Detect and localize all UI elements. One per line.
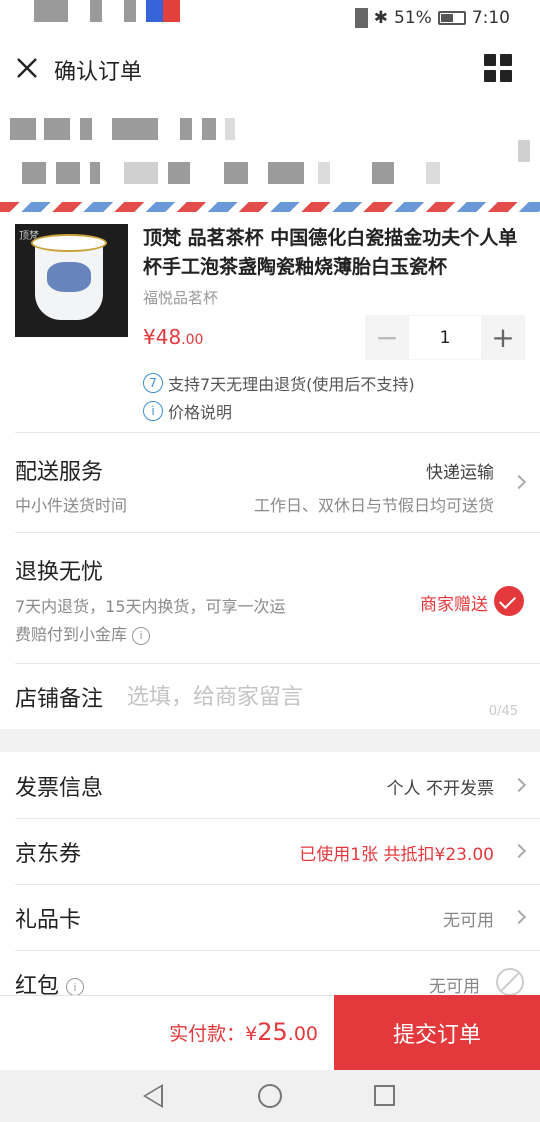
info-icon: i xyxy=(143,401,163,421)
status-bar: ✱ 51% 7:10 xyxy=(0,0,540,36)
delivery-time-label: 中小件送货时间 xyxy=(15,496,128,515)
home-icon[interactable] xyxy=(258,1084,282,1108)
delivery-title: 配送服务 xyxy=(15,460,104,485)
coupon-value: 已使用1张 共抵扣¥23.00 xyxy=(299,845,494,865)
merchant-gift-tag: 商家赠送 xyxy=(420,595,488,615)
delivery-method: 快递运输 xyxy=(426,463,494,483)
red-packet-row: 红包 i 无可用 xyxy=(0,950,540,1000)
remark-label: 店铺备注 xyxy=(15,687,104,712)
remark-input[interactable] xyxy=(127,681,497,713)
returns-title: 退换无忧 xyxy=(15,560,104,585)
address-border xyxy=(0,202,540,212)
blurred-status-icon xyxy=(90,0,102,22)
returns-row: 退换无忧 7天内退货，15天内换货，可享一次运 费赔付到小金库 i 商家赠送 xyxy=(0,532,540,663)
invoice-value: 个人 不开发票 xyxy=(386,779,494,799)
submit-order-button[interactable]: 提交订单 xyxy=(334,995,540,1071)
chevron-right-icon xyxy=(511,777,527,793)
price-note[interactable]: i 价格说明 xyxy=(143,399,232,423)
battery-percent: 51% xyxy=(394,8,432,28)
delivery-time-value: 工作日、双休日与节假日均可送货 xyxy=(253,496,494,515)
battery-icon xyxy=(437,11,466,25)
invoice-label: 发票信息 xyxy=(15,776,104,801)
coupon-label: 京东券 xyxy=(15,842,82,867)
gift-card-row[interactable]: 礼品卡 无可用 xyxy=(0,884,540,950)
delivery-row[interactable]: 配送服务 快递运输 中小件送货时间 工作日、双休日与节假日均可送货 xyxy=(0,432,540,532)
blurred-status-icon xyxy=(34,0,68,22)
quantity-value[interactable]: 1 xyxy=(409,315,481,360)
product-title[interactable]: 顶梵 品茗茶杯 中国德化白瓷描金功夫个人单杯手工泡茶盏陶瓷釉烧薄胎白玉瓷杯 xyxy=(143,224,523,282)
disabled-icon xyxy=(496,968,524,996)
red-packet-value: 无可用 xyxy=(429,977,480,997)
invoice-row[interactable]: 发票信息 个人 不开发票 xyxy=(0,752,540,818)
checked-icon[interactable] xyxy=(494,586,524,616)
remark-counter: 0/45 xyxy=(488,704,518,719)
info-icon[interactable]: i xyxy=(132,626,151,645)
blurred-status-icon xyxy=(146,0,180,22)
decrease-button[interactable]: − xyxy=(365,315,409,360)
chevron-right-icon xyxy=(511,843,527,859)
bluetooth-icon: ✱ xyxy=(373,8,389,28)
close-icon[interactable] xyxy=(16,57,38,79)
app-header: 确认订单 xyxy=(0,36,540,102)
product-price: ¥48.00 xyxy=(143,325,204,349)
battery-fill xyxy=(440,14,454,22)
seven-day-icon: 7 xyxy=(143,373,163,393)
checkout-bar: 实付款：¥25.00 提交订单 xyxy=(0,995,540,1071)
chevron-right-icon xyxy=(511,474,527,490)
system-nav-bar xyxy=(0,1070,540,1122)
recent-apps-icon[interactable] xyxy=(374,1085,395,1106)
address-section[interactable] xyxy=(0,102,540,202)
info-icon[interactable]: i xyxy=(66,978,85,996)
coupon-row[interactable]: 京东券 已使用1张 共抵扣¥23.00 xyxy=(0,818,540,884)
quantity-stepper: − 1 + xyxy=(365,315,525,360)
gift-card-label: 礼品卡 xyxy=(15,908,82,933)
remark-row: 店铺备注 0/45 xyxy=(0,663,540,729)
back-icon[interactable] xyxy=(143,1084,163,1108)
page-title: 确认订单 xyxy=(54,60,143,85)
product-card: 顶梵 顶梵 品茗茶杯 中国德化白瓷描金功夫个人单杯手工泡茶盏陶瓷釉烧薄胎白玉瓷杯… xyxy=(0,212,540,432)
grid-icon[interactable] xyxy=(484,54,512,82)
blurred-status-icon xyxy=(124,0,136,22)
returns-desc-line1: 7天内退货，15天内换货，可享一次运 xyxy=(15,597,286,616)
increase-button[interactable]: + xyxy=(481,315,525,360)
return-policy: 7 支持7天无理由退货(使用后不支持) xyxy=(143,371,415,395)
total-payment: 实付款：¥25.00 xyxy=(169,1018,318,1046)
clock: 7:10 xyxy=(471,8,510,28)
chevron-right-icon xyxy=(511,909,527,925)
shop-name: 福悦品茗杯 xyxy=(143,289,219,307)
returns-desc-line2: 费赔付到小金库 i xyxy=(15,621,151,645)
product-image[interactable]: 顶梵 xyxy=(15,224,128,337)
sim-icon xyxy=(354,8,368,28)
gift-card-value: 无可用 xyxy=(443,911,494,931)
